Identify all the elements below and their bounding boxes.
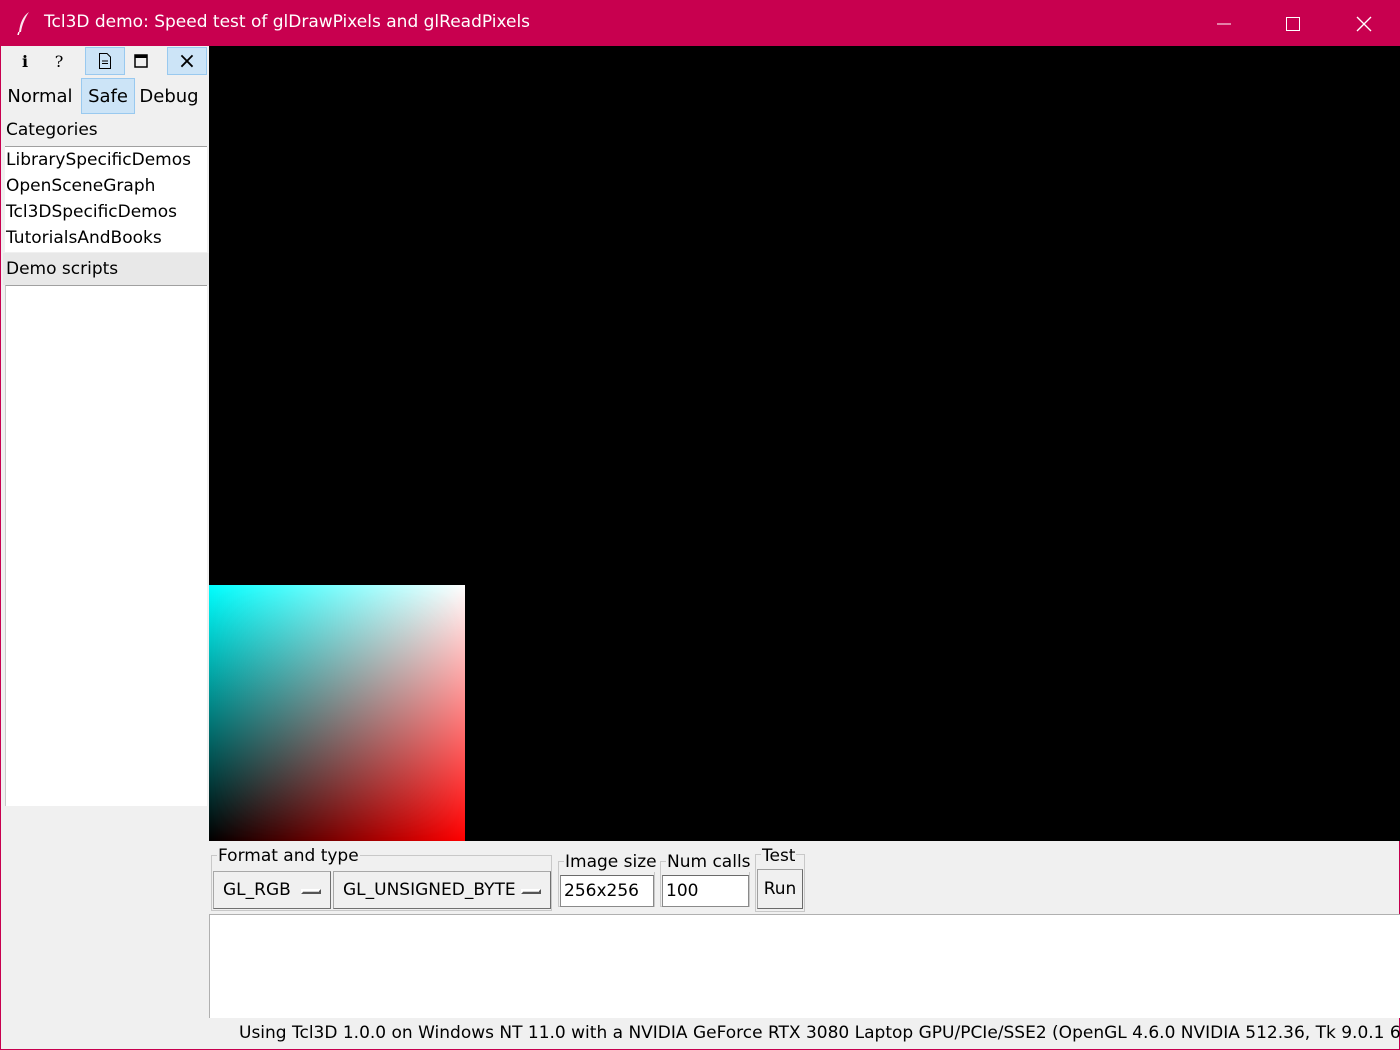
type-value: GL_UNSIGNED_BYTE bbox=[343, 880, 516, 900]
mode-selector: Normal Safe Debug bbox=[5, 78, 209, 114]
demo-scripts-list[interactable] bbox=[5, 285, 207, 806]
info-icon: i bbox=[21, 51, 29, 71]
minimize-icon bbox=[1217, 23, 1231, 24]
mode-safe[interactable]: Safe bbox=[81, 78, 135, 114]
window-icon bbox=[134, 54, 148, 68]
list-item[interactable]: Tcl3DSpecificDemos bbox=[5, 199, 207, 225]
opengl-canvas[interactable] bbox=[209, 46, 1400, 841]
close-demo-button[interactable]: × bbox=[167, 47, 207, 75]
app-window: Tcl3D demo: Speed test of glDrawPixels a… bbox=[0, 0, 1400, 1050]
help-icon: ? bbox=[54, 51, 64, 71]
list-item[interactable]: TutorialsAndBooks bbox=[5, 225, 207, 251]
categories-label: Categories bbox=[6, 120, 98, 140]
mode-normal[interactable]: Normal bbox=[5, 78, 75, 114]
demo-scripts-header: Demo scripts bbox=[3, 253, 209, 285]
image-size-label: Image size bbox=[564, 852, 658, 872]
close-icon bbox=[1356, 16, 1372, 31]
window-title: Tcl3D demo: Speed test of glDrawPixels a… bbox=[44, 12, 531, 32]
title-bar[interactable]: Tcl3D demo: Speed test of glDrawPixels a… bbox=[1, 1, 1400, 46]
minimize-button[interactable] bbox=[1189, 1, 1259, 46]
type-combobox[interactable]: GL_UNSIGNED_BYTE bbox=[333, 871, 551, 909]
demo-scripts-label: Demo scripts bbox=[6, 259, 119, 279]
list-item[interactable]: OpenSceneGraph bbox=[5, 173, 207, 199]
status-bar: Using Tcl3D 1.0.0 on Windows NT 11.0 wit… bbox=[239, 1023, 1400, 1043]
format-value: GL_RGB bbox=[223, 880, 291, 900]
close-icon: × bbox=[177, 48, 197, 74]
fullscreen-button[interactable] bbox=[121, 47, 161, 75]
document-icon bbox=[99, 53, 111, 69]
categories-list[interactable]: LibrarySpecificDemos OpenSceneGraph Tcl3… bbox=[5, 146, 207, 252]
format-combobox[interactable]: GL_RGB bbox=[213, 871, 331, 909]
source-button[interactable] bbox=[85, 47, 125, 75]
drawn-pixel-image bbox=[209, 585, 465, 841]
toolbar: i ? × bbox=[5, 47, 209, 75]
num-calls-input[interactable]: 100 bbox=[662, 875, 749, 907]
close-window-button[interactable] bbox=[1329, 1, 1399, 46]
maximize-icon bbox=[1286, 16, 1300, 31]
image-size-input[interactable]: 256x256 bbox=[560, 875, 654, 907]
mode-debug[interactable]: Debug bbox=[139, 78, 199, 114]
run-button[interactable]: Run bbox=[757, 869, 803, 909]
dropdown-arrow-icon bbox=[301, 889, 321, 894]
output-text-area[interactable] bbox=[209, 914, 1400, 1018]
dropdown-arrow-icon bbox=[521, 889, 541, 894]
list-item[interactable]: LibrarySpecificDemos bbox=[5, 147, 207, 173]
format-type-label: Format and type bbox=[217, 846, 360, 866]
test-label: Test bbox=[761, 846, 797, 866]
num-calls-label: Num calls bbox=[666, 852, 752, 872]
feather-icon bbox=[17, 12, 29, 35]
maximize-button[interactable] bbox=[1258, 1, 1328, 46]
help-button[interactable]: ? bbox=[39, 47, 79, 75]
